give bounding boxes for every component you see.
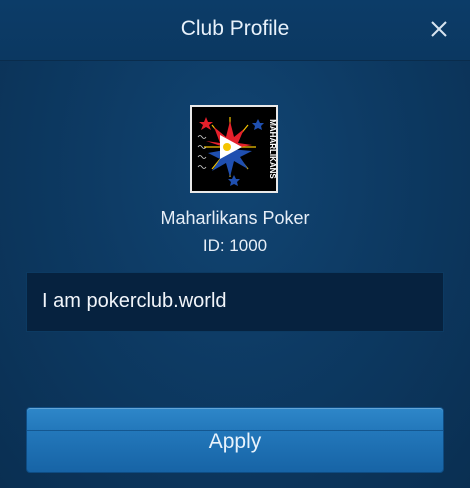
club-description: I am pokerclub.world (42, 290, 227, 312)
dialog-title: Club Profile (180, 17, 290, 40)
apply-button[interactable]: Apply (26, 407, 444, 473)
club-name: Maharlikans Poker (160, 208, 310, 228)
club-profile-dialog: Club Profile MAHARLIKANS Maharlikans Pok… (0, 0, 470, 488)
club-logo: MAHARLIKANS (192, 107, 276, 191)
close-button[interactable] (426, 16, 452, 42)
club-description-box: I am pokerclub.world (26, 272, 444, 332)
close-icon (431, 21, 447, 37)
logo-text: MAHARLIKANS (268, 119, 276, 179)
dialog-header: Club Profile (0, 0, 470, 61)
apply-label: Apply (208, 430, 262, 453)
club-logo-frame: MAHARLIKANS (190, 105, 278, 193)
club-id: ID: 1000 (202, 236, 268, 255)
